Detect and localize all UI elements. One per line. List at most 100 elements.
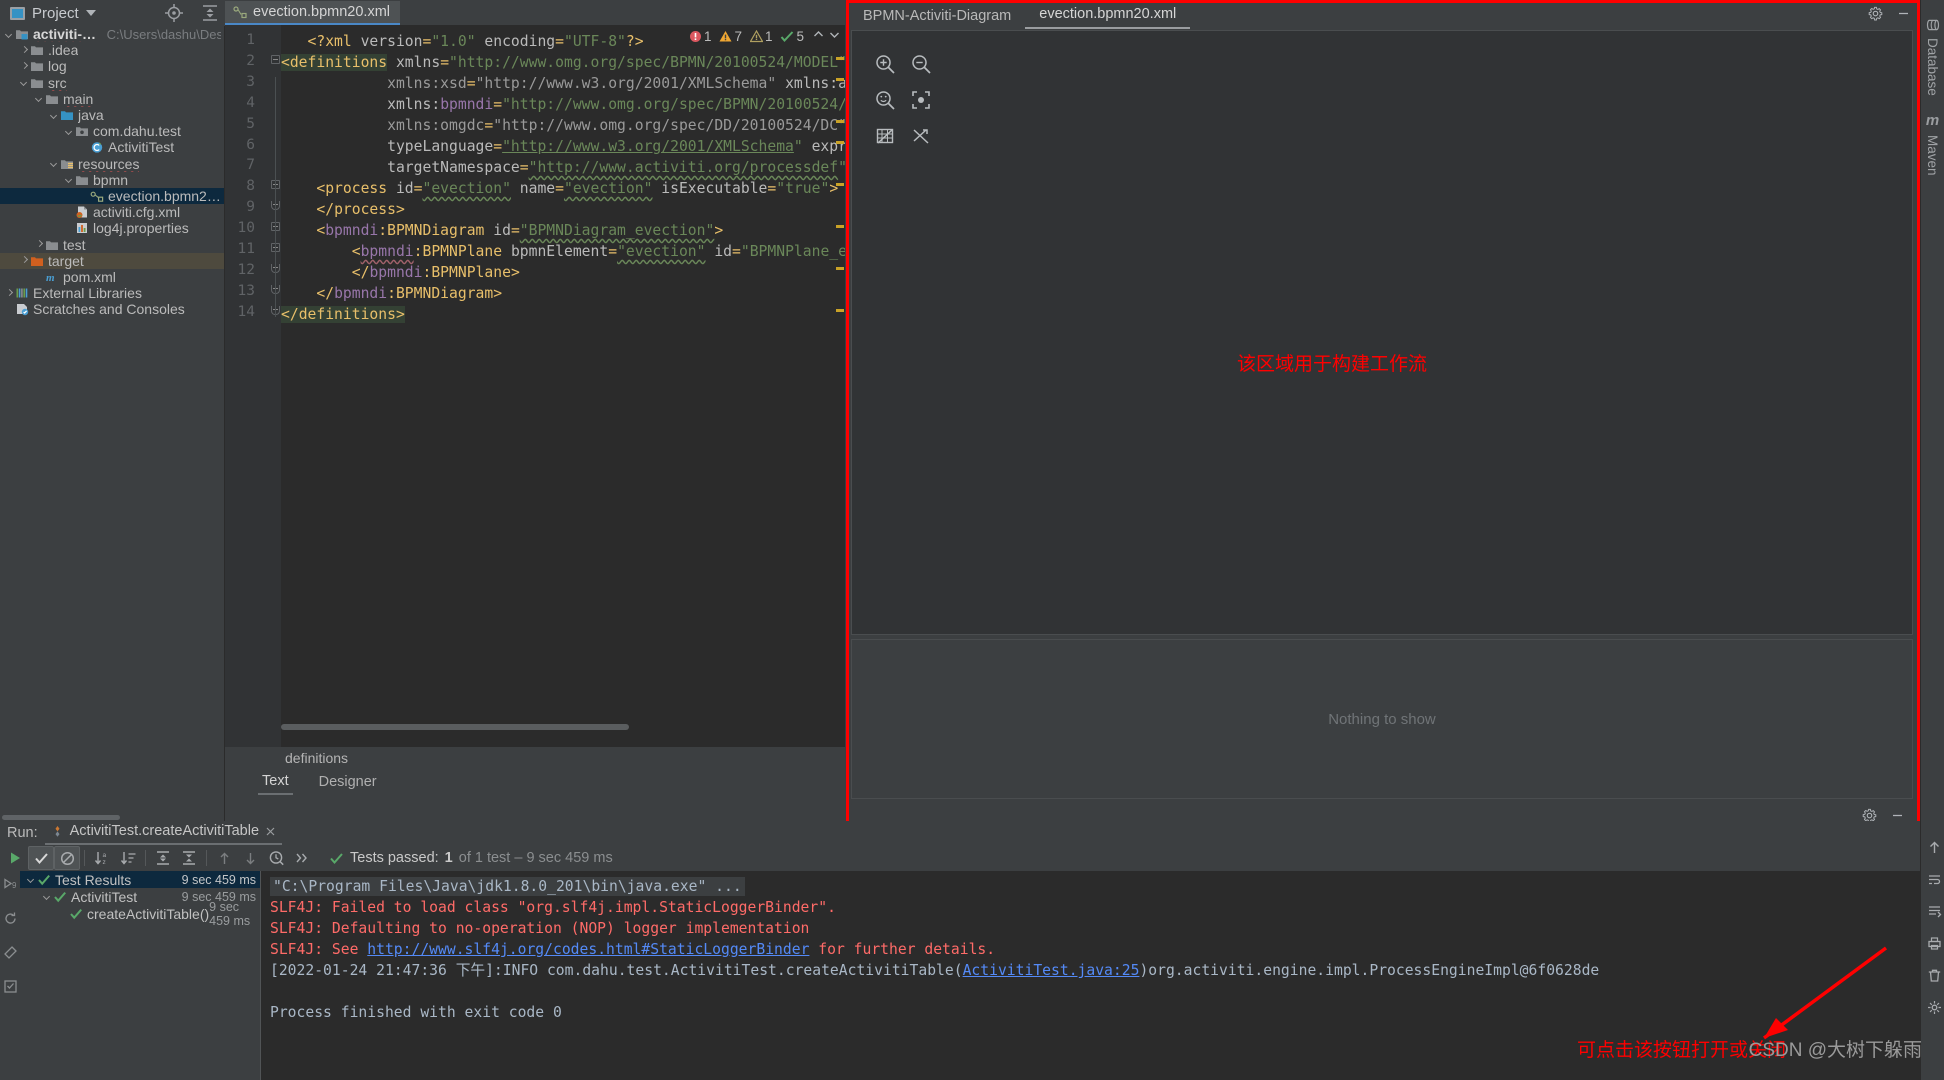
tree-item-log4j-properties[interactable]: log4j.properties	[0, 220, 225, 236]
tree-item-scratches-and-consoles[interactable]: Scratches and Consoles	[0, 301, 225, 317]
expand-all-icon[interactable]	[150, 846, 176, 870]
code-editor[interactable]: 1 2 3 4 5 6 7 8 9 10 11 12 13 14 <?xml version="1.0" …	[225, 25, 845, 747]
more-icon[interactable]	[289, 846, 315, 870]
minimize-icon[interactable]	[1896, 6, 1911, 25]
history-icon[interactable]	[263, 846, 289, 870]
tab-evection-bpmn20[interactable]: evection.bpmn20.xml	[1025, 3, 1191, 29]
tree-item-activiti-demo[interactable]: activiti-demo C:\Users\dashu\Desktop\\	[0, 26, 225, 42]
chevron-down-icon[interactable]	[42, 891, 53, 902]
todo-icon[interactable]	[3, 979, 18, 998]
tree-item-external-libraries[interactable]: External Libraries	[0, 285, 225, 301]
soft-wrap-icon[interactable]	[1927, 872, 1942, 891]
run-dashboard-icon[interactable]: 9	[3, 877, 18, 896]
show-passed-icon[interactable]	[28, 846, 54, 870]
export-image-icon[interactable]	[870, 121, 900, 151]
chevron-down-icon[interactable]	[85, 10, 96, 16]
run-configuration-tab[interactable]: ActivitiTest.createActivitiTable	[44, 821, 283, 845]
tree-item-target[interactable]: target	[0, 252, 225, 269]
breadcrumb[interactable]: definitions	[225, 747, 845, 769]
chevron-down-icon[interactable]	[34, 93, 45, 104]
tree-item-main[interactable]: main	[0, 91, 225, 107]
toggle-edge-icon[interactable]	[906, 121, 936, 151]
zoom-in-icon[interactable]	[870, 49, 900, 79]
tree-item-log[interactable]: log	[0, 58, 225, 74]
tree-item--idea[interactable]: .idea	[0, 42, 225, 58]
tree-item-com-dahu-test[interactable]: com.dahu.test	[0, 123, 225, 139]
print-icon[interactable]	[1927, 936, 1942, 955]
error-count[interactable]: 1	[689, 29, 711, 44]
expand-all-icon[interactable]	[200, 3, 220, 23]
tab-text[interactable]: Text	[258, 771, 293, 795]
tree-item-resources[interactable]: resources	[0, 156, 225, 172]
bpmn-canvas[interactable]: 该区域用于构建工作流	[851, 30, 1913, 635]
sort-duration-icon[interactable]	[115, 846, 141, 870]
chevron-down-icon[interactable]	[64, 126, 75, 137]
code-text-area[interactable]: <?xml version="1.0" encoding="UTF-8"?> <…	[281, 25, 845, 747]
sort-alpha-icon[interactable]: az	[89, 846, 115, 870]
sidebar-item-database[interactable]: Database	[1925, 18, 1940, 96]
warning-count[interactable]: 7	[719, 29, 742, 44]
test-tree-row[interactable]: createActivitiTable() 9 sec 459 ms	[20, 900, 260, 928]
locate-icon[interactable]	[164, 3, 184, 23]
trash-icon[interactable]	[1927, 968, 1942, 987]
project-tool-button[interactable]: Project	[0, 0, 104, 26]
chevron-down-icon[interactable]	[49, 158, 60, 169]
next-highlight-icon[interactable]	[828, 28, 841, 44]
chevron-right-icon[interactable]	[19, 45, 30, 56]
close-icon[interactable]	[265, 826, 276, 837]
sidebar-item-maven[interactable]: m Maven	[1925, 112, 1940, 176]
slf4j-codes-link[interactable]: http://www.slf4j.org/codes.html#StaticLo…	[367, 941, 809, 958]
scrollbar-thumb[interactable]	[2, 815, 120, 820]
chevron-right-icon[interactable]	[34, 239, 45, 250]
tree-item-activititest[interactable]: ActivitiTest	[0, 139, 225, 155]
scroll-to-top-icon[interactable]	[1927, 840, 1942, 859]
show-ignored-icon[interactable]	[54, 846, 80, 870]
tab-bpmn-activiti-diagram[interactable]: BPMN-Activiti-Diagram	[849, 5, 1025, 29]
rerun-icon[interactable]	[2, 846, 28, 870]
editor-error-stripe[interactable]	[835, 25, 845, 747]
tree-item-bpmn[interactable]: bpmn	[0, 172, 225, 188]
project-tree-panel[interactable]: activiti-demo C:\Users\dashu\Desktop\\ .id…	[0, 26, 225, 821]
prev-failed-icon[interactable]	[211, 846, 237, 870]
activiti-test-java-link[interactable]: ActivitiTest.java:25	[963, 962, 1140, 979]
collapse-all-icon[interactable]	[176, 846, 202, 870]
editor-tab-evection[interactable]: evection.bpmn20.xml	[225, 1, 401, 25]
restart-icon[interactable]	[3, 911, 18, 930]
chevron-down-icon[interactable]	[49, 110, 60, 121]
chevron-right-icon[interactable]	[4, 288, 15, 299]
chevron-down-icon[interactable]	[19, 77, 30, 88]
zoom-actual-icon[interactable]	[870, 85, 900, 115]
tab-designer[interactable]: Designer	[315, 772, 381, 794]
tree-item-evection-bpmn20-xml[interactable]: evection.bpmn20.xml	[0, 187, 225, 205]
inspection-status-widget[interactable]: 1 7 1 5	[689, 28, 841, 44]
sidebar-horizontal-scrollbar[interactable]	[0, 813, 225, 821]
editor-horizontal-scrollbar[interactable]	[281, 722, 841, 731]
build-icon[interactable]	[3, 945, 18, 964]
test-tree-row[interactable]: Test Results 9 sec 459 ms	[20, 871, 260, 888]
editor-gutter[interactable]: 1 2 3 4 5 6 7 8 9 10 11 12 13 14	[225, 25, 281, 747]
next-failed-icon[interactable]	[237, 846, 263, 870]
tree-item-activiti-cfg-xml[interactable]: activiti.cfg.xml	[0, 204, 225, 220]
chevron-down-icon[interactable]	[4, 29, 15, 40]
prev-highlight-icon[interactable]	[812, 28, 825, 44]
zoom-fit-icon[interactable]	[906, 85, 936, 115]
zoom-out-icon[interactable]	[906, 49, 936, 79]
tree-item-src[interactable]: src	[0, 75, 225, 91]
typo-count[interactable]: 5	[780, 29, 804, 44]
tree-item-java[interactable]: java	[0, 107, 225, 123]
settings-icon[interactable]	[1927, 1000, 1942, 1019]
scrollbar-thumb[interactable]	[281, 724, 629, 730]
tree-item-test[interactable]: test	[0, 236, 225, 253]
chevron-right-icon[interactable]	[19, 61, 30, 72]
tree-item-pom-xml[interactable]: m pom.xml	[0, 269, 225, 285]
bpmn-activiti-diagram-panel[interactable]: BPMN-Activiti-Diagram evection.bpmn20.xm…	[846, 0, 1920, 836]
chevron-down-icon[interactable]	[64, 174, 75, 185]
gear-icon[interactable]	[1868, 6, 1883, 25]
test-results-tree[interactable]: Test Results 9 sec 459 ms ActivitiTest 9 se…	[20, 871, 260, 1080]
scroll-to-end-icon[interactable]	[1927, 904, 1942, 923]
chevron-down-icon[interactable]	[26, 874, 37, 885]
weak-warning-count[interactable]: 1	[749, 29, 772, 44]
fold-toggle-icon[interactable]	[271, 54, 280, 64]
chevron-right-icon[interactable]	[19, 255, 30, 266]
bpmn-properties-panel[interactable]: Nothing to show	[851, 639, 1913, 799]
